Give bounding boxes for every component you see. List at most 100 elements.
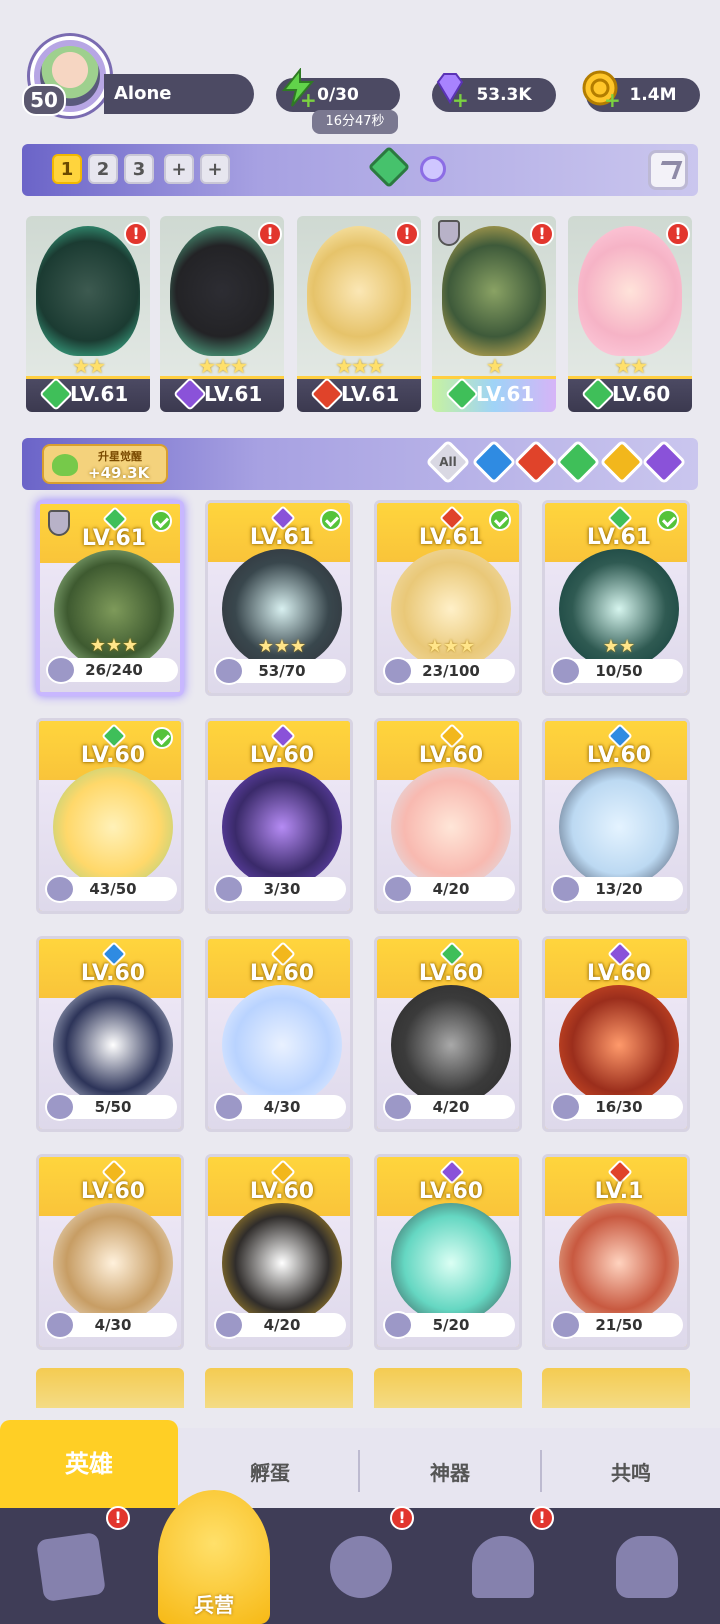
- hero-level: LV.60: [80, 961, 146, 986]
- hero-card[interactable]: LV.61 ★★★ 23/100: [374, 500, 522, 696]
- hero-portrait: [391, 985, 511, 1105]
- team-slot-1[interactable]: ★★ LV.61 !: [26, 216, 150, 412]
- hero-card-partial[interactable]: [374, 1368, 522, 1408]
- player-name: Alone: [104, 74, 254, 114]
- hero-level: LV.61: [418, 525, 484, 550]
- hero-portrait: [578, 226, 682, 356]
- hero-portrait: [222, 985, 342, 1105]
- team-slot-5[interactable]: ★★ LV.60 !: [568, 216, 692, 412]
- star-awaken-button[interactable]: 升星觉醒 +49.3K: [42, 444, 168, 484]
- alert-icon: !: [390, 1506, 414, 1530]
- energy-plus-icon[interactable]: +: [300, 90, 317, 110]
- nav-cards[interactable]: !: [34, 1506, 130, 1604]
- filter-all-label: All: [439, 455, 457, 469]
- energy-timer: 16分47秒: [312, 110, 398, 134]
- hero-level: LV.1: [594, 1179, 644, 1204]
- nav-barracks[interactable]: 兵营: [158, 1490, 270, 1624]
- hero-level: LV.60: [249, 743, 315, 768]
- hero-portrait: [53, 985, 173, 1105]
- cards-icon: [35, 1531, 107, 1603]
- hero-portrait: [559, 767, 679, 887]
- nav-shop[interactable]: !: [466, 1506, 554, 1604]
- hero-card[interactable]: LV.60 16/30: [542, 936, 690, 1132]
- magnify-icon[interactable]: [420, 156, 446, 182]
- awaken-label: 升星觉醒: [98, 450, 142, 463]
- hero-portrait: [391, 767, 511, 887]
- fragment-icon: [383, 657, 413, 685]
- hero-portrait: [307, 226, 411, 356]
- team-tab-1[interactable]: 1: [52, 154, 82, 184]
- nav-map[interactable]: !: [324, 1506, 414, 1604]
- hero-portrait: [222, 767, 342, 887]
- team-slot-3[interactable]: ★★★ LV.61 !: [297, 216, 421, 412]
- top-header: 50 Alone 0/30 + 16分47秒 53.3K + 1.4M +: [0, 0, 720, 140]
- team-tab-3[interactable]: 3: [124, 154, 154, 184]
- tab-resonance[interactable]: 共鸣: [542, 1438, 720, 1508]
- team-tab-2[interactable]: 2: [88, 154, 118, 184]
- team-slot-4[interactable]: ★ LV.61 !: [432, 216, 556, 412]
- team-slot-2[interactable]: ★★★ LV.61 !: [160, 216, 284, 412]
- hero-portrait: [222, 1203, 342, 1323]
- fragment-icon: [551, 875, 581, 903]
- hero-portrait: [36, 226, 140, 356]
- fragment-icon: [214, 875, 244, 903]
- hero-card[interactable]: LV.60 4/20: [205, 1154, 353, 1350]
- fragment-icon: [551, 657, 581, 685]
- hero-level: LV.60: [418, 743, 484, 768]
- star-rating: ★★★: [335, 354, 385, 378]
- player-level-badge: 50: [22, 84, 66, 116]
- alert-icon: !: [106, 1506, 130, 1530]
- hero-card[interactable]: LV.60 4/30: [205, 936, 353, 1132]
- hero-level: LV.61: [81, 526, 147, 551]
- fragment-icon: [45, 1311, 75, 1339]
- fragment-icon: [551, 1311, 581, 1339]
- fragment-icon: [214, 657, 244, 685]
- hero-level: LV.60: [418, 961, 484, 986]
- fragment-icon: [45, 875, 75, 903]
- hero-card-partial[interactable]: [205, 1368, 353, 1408]
- hero-card[interactable]: LV.60 43/50: [36, 718, 184, 914]
- alert-icon: !: [258, 222, 282, 246]
- hero-card[interactable]: LV.60 13/20: [542, 718, 690, 914]
- alert-icon: !: [666, 222, 690, 246]
- hero-level: LV.60: [249, 961, 315, 986]
- hero-card[interactable]: LV.61 ★★★ 53/70: [205, 500, 353, 696]
- hero-level: LV.60: [80, 743, 146, 768]
- star-rating: ★★: [602, 636, 636, 657]
- hero-portrait: [53, 767, 173, 887]
- hero-portrait: [559, 985, 679, 1105]
- fragment-icon: [46, 656, 76, 684]
- hero-card[interactable]: LV.60 5/50: [36, 936, 184, 1132]
- nav-barracks-label: 兵营: [194, 1593, 234, 1617]
- fragment-icon: [383, 1311, 413, 1339]
- tab-artifact[interactable]: 神器: [360, 1438, 540, 1508]
- team-level: LV.61: [476, 382, 535, 406]
- hero-level: LV.60: [249, 1179, 315, 1204]
- hero-card[interactable]: LV.61 ★★★ 26/240: [36, 500, 184, 696]
- hero-card[interactable]: LV.61 ★★ 10/50: [542, 500, 690, 696]
- gold-plus-icon[interactable]: +: [604, 90, 621, 110]
- hero-card[interactable]: LV.60 4/20: [374, 718, 522, 914]
- tab-heroes[interactable]: 英雄: [0, 1420, 178, 1508]
- nav-guild[interactable]: [610, 1530, 684, 1604]
- alert-icon: !: [530, 222, 554, 246]
- fragment-icon: [383, 1093, 413, 1121]
- awaken-value: +49.3K: [88, 464, 150, 482]
- team-tab-add-1[interactable]: +: [164, 154, 194, 184]
- hero-card[interactable]: LV.60 5/20: [374, 1154, 522, 1350]
- hero-card[interactable]: LV.60 4/30: [36, 1154, 184, 1350]
- star-rating: ★★★: [426, 636, 476, 657]
- hero-portrait: [559, 1203, 679, 1323]
- team-level: LV.61: [70, 382, 129, 406]
- hero-card-partial[interactable]: [542, 1368, 690, 1408]
- team-tab-add-2[interactable]: +: [200, 154, 230, 184]
- hero-card[interactable]: LV.1 21/50: [542, 1154, 690, 1350]
- hero-card-partial[interactable]: [36, 1368, 184, 1408]
- share-icon[interactable]: [648, 150, 688, 190]
- hero-level: LV.61: [586, 525, 652, 550]
- hero-card[interactable]: LV.60 3/30: [205, 718, 353, 914]
- star-rating: ★: [486, 354, 504, 378]
- gem-plus-icon[interactable]: +: [452, 90, 469, 110]
- team-level: LV.60: [612, 382, 671, 406]
- hero-card[interactable]: LV.60 4/20: [374, 936, 522, 1132]
